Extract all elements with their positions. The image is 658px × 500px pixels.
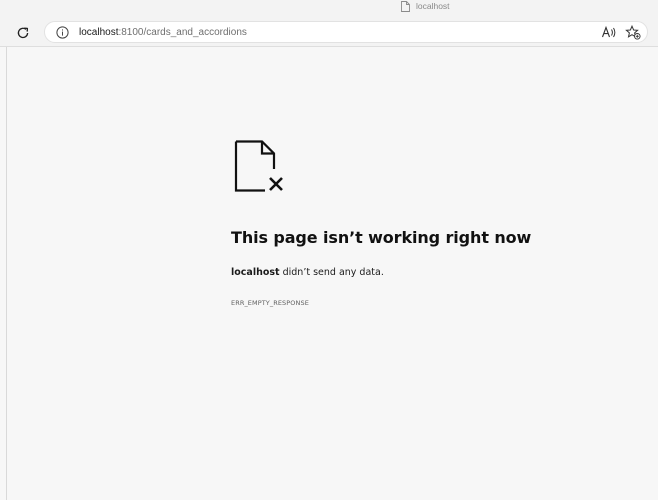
error-title: This page isn’t working right now (231, 228, 532, 247)
page-content: This page isn’t working right now localh… (6, 47, 658, 500)
page-icon (401, 0, 410, 12)
error-host: localhost (231, 267, 280, 278)
title-bar: localhost (0, 0, 658, 18)
reload-icon (17, 27, 29, 39)
url-text[interactable]: localhost:8100/cards_and_accordions (79, 26, 247, 39)
url-host: localhost (79, 27, 119, 38)
tab[interactable]: localhost (401, 0, 450, 12)
error-message: didn’t send any data. (279, 267, 384, 278)
info-icon[interactable] (56, 26, 69, 39)
read-aloud-icon[interactable] (601, 25, 617, 40)
reload-button[interactable] (14, 24, 32, 42)
error-code: ERR_EMPTY_RESPONSE (231, 299, 309, 307)
add-favorite-icon[interactable] (625, 25, 641, 40)
broken-page-icon (234, 140, 283, 192)
error-description: localhost didn’t send any data. (231, 267, 384, 278)
address-bar[interactable]: localhost:8100/cards_and_accordions (44, 21, 648, 43)
url-path: :8100/cards_and_accordions (118, 27, 247, 38)
browser-window: localhost localhost:8100/cards_and_accor… (0, 0, 658, 500)
toolbar: localhost:8100/cards_and_accordions (0, 18, 658, 47)
tab-title: localhost (416, 1, 450, 11)
